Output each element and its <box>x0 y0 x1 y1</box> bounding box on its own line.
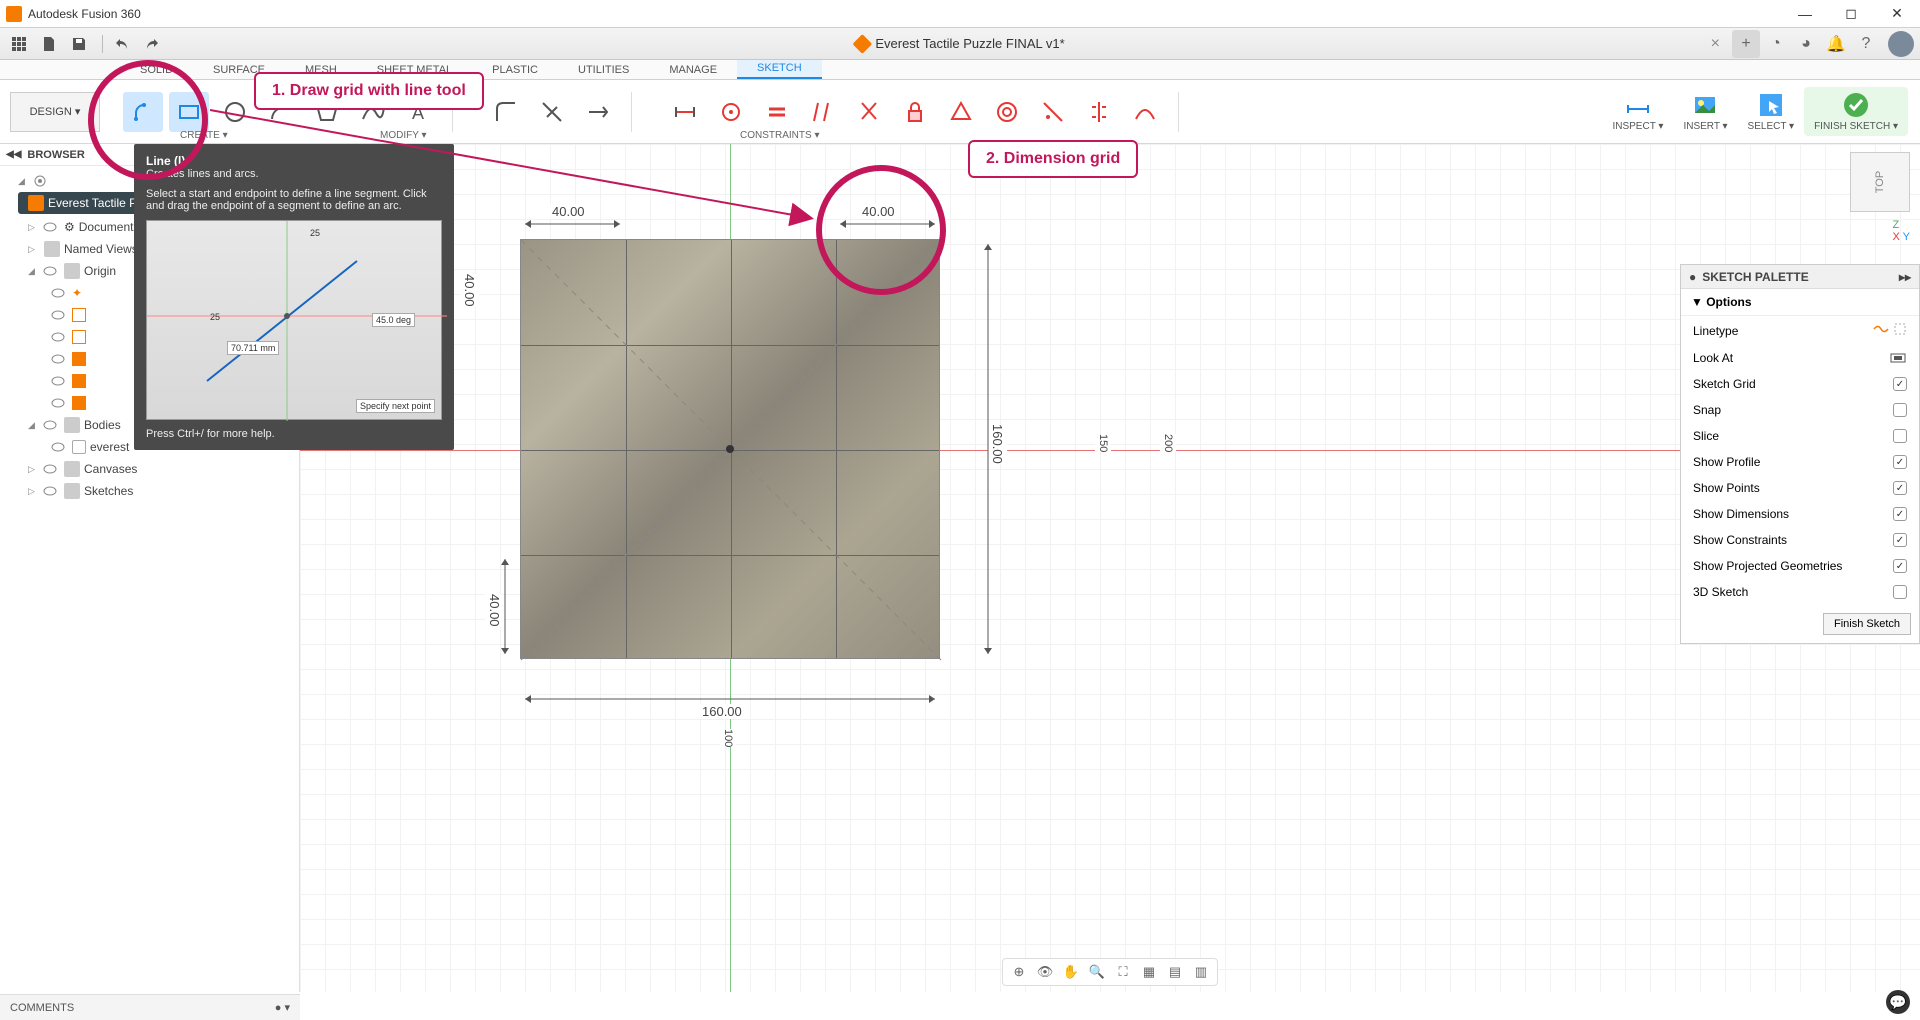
window-titlebar: Autodesk Fusion 360 — ◻ ✕ <box>0 0 1920 28</box>
select-menu[interactable]: SELECT ▾ <box>1738 87 1805 136</box>
line-tooltip: Line (l) Creates lines and arcs. Select … <box>134 144 454 450</box>
tab-solid[interactable]: SOLID <box>120 61 193 79</box>
annotation-1: 1. Draw grid with line tool <box>254 72 484 110</box>
tree-canvases[interactable]: ▷Canvases <box>0 458 299 480</box>
comments-panel[interactable]: COMMENTS● ▾ <box>0 994 300 1020</box>
symmetry-constraint-icon[interactable] <box>1079 92 1119 132</box>
tooltip-title: Line (l) <box>146 154 185 168</box>
app-title: Autodesk Fusion 360 <box>28 7 141 21</box>
curvature-constraint-icon[interactable] <box>1125 92 1165 132</box>
palette-snap[interactable]: Snap <box>1681 397 1919 423</box>
sketch-body <box>520 239 940 659</box>
quick-access-bar: Everest Tactile Puzzle FINAL v1* × + ◔ ◕… <box>0 28 1920 60</box>
palette-3d-sketch[interactable]: 3D Sketch <box>1681 579 1919 605</box>
palette-show-constraints[interactable]: Show Constraints <box>1681 527 1919 553</box>
trim-tool-icon[interactable] <box>532 92 572 132</box>
save-icon[interactable] <box>66 31 92 57</box>
app-icon <box>6 6 22 22</box>
tree-sketches[interactable]: ▷Sketches <box>0 480 299 502</box>
window-close-button[interactable]: ✕ <box>1874 0 1920 28</box>
tangent-constraint-icon[interactable] <box>1033 92 1073 132</box>
palette-show-points[interactable]: Show Points <box>1681 475 1919 501</box>
job-status-icon[interactable]: ◕ <box>1792 30 1820 58</box>
viewport-icon[interactable]: ▥ <box>1191 962 1211 982</box>
window-maximize-button[interactable]: ◻ <box>1828 0 1874 28</box>
grid-display-icon[interactable]: ▤ <box>1165 962 1185 982</box>
finish-sketch-button[interactable]: FINISH SKETCH ▾ <box>1804 87 1908 136</box>
tab-plastic[interactable]: PLASTIC <box>472 61 558 79</box>
display-icon[interactable]: ▦ <box>1139 962 1159 982</box>
lookat-icon[interactable]: 👁 <box>1035 962 1055 982</box>
palette-header[interactable]: ●SKETCH PALETTE▸▸ <box>1681 265 1919 289</box>
palette-lookat[interactable]: Look At <box>1681 345 1919 371</box>
canvas[interactable]: 40.00 40.00 40.00 40.00 160.00 160.00 15… <box>300 144 1920 992</box>
document-tab[interactable]: Everest Tactile Puzzle FINAL v1* <box>855 36 1064 51</box>
axis-label-100: 100 <box>720 729 736 747</box>
tooltip-desc: Creates lines and arcs. <box>146 168 259 180</box>
palette-slice[interactable]: Slice <box>1681 423 1919 449</box>
tooltip-preview: 70.711 mm 45.0 deg Specify next point 25… <box>146 220 442 420</box>
palette-show-projected[interactable]: Show Projected Geometries <box>1681 553 1919 579</box>
help-icon[interactable]: ? <box>1852 30 1880 58</box>
perpendicular-constraint-icon[interactable] <box>849 92 889 132</box>
fit-icon[interactable]: ⛶ <box>1113 962 1133 982</box>
line-tool-icon[interactable] <box>123 92 163 132</box>
sketch-palette: ●SKETCH PALETTE▸▸ ▼ Options Linetype Loo… <box>1680 264 1920 644</box>
notifications-icon[interactable]: 🔔 <box>1822 30 1850 58</box>
navigation-bar: ⊕ 👁 ✋ 🔍 ⛶ ▦ ▤ ▥ <box>1002 958 1218 986</box>
create-group-label[interactable]: CREATE ▾ <box>180 130 228 141</box>
workspace-switcher[interactable]: DESIGN ▾ <box>10 92 100 132</box>
file-menu-icon[interactable] <box>36 31 62 57</box>
user-avatar[interactable] <box>1888 31 1914 57</box>
circle-tool-icon[interactable] <box>215 92 255 132</box>
extend-tool-icon[interactable] <box>578 92 618 132</box>
insert-menu[interactable]: INSERT ▾ <box>1673 87 1737 136</box>
apps-grid-icon[interactable] <box>6 31 32 57</box>
inspect-menu[interactable]: INSPECT ▾ <box>1602 87 1673 136</box>
document-icon <box>852 34 872 54</box>
equal-constraint-icon[interactable] <box>757 92 797 132</box>
zoom-icon[interactable]: 🔍 <box>1087 962 1107 982</box>
tab-sketch[interactable]: SKETCH <box>737 59 822 79</box>
horizontal-constraint-icon[interactable] <box>665 92 705 132</box>
constraints-group-label[interactable]: CONSTRAINTS ▾ <box>740 130 819 141</box>
annotation-2: 2. Dimension grid <box>968 140 1138 178</box>
extensions-icon[interactable]: ◔ <box>1762 30 1790 58</box>
tab-close-icon[interactable]: × <box>1711 35 1720 53</box>
palette-finish-button[interactable]: Finish Sketch <box>1823 613 1911 635</box>
midpoint-constraint-icon[interactable] <box>941 92 981 132</box>
new-tab-button[interactable]: + <box>1732 30 1760 58</box>
modify-group-label[interactable]: MODIFY ▾ <box>380 130 427 141</box>
tooltip-body: Select a start and endpoint to define a … <box>146 188 442 212</box>
pan-icon[interactable]: ✋ <box>1061 962 1081 982</box>
palette-options-section[interactable]: ▼ Options <box>1681 289 1919 316</box>
tab-utilities[interactable]: UTILITIES <box>558 61 649 79</box>
parallel-constraint-icon[interactable] <box>803 92 843 132</box>
palette-linetype[interactable]: Linetype <box>1681 316 1919 345</box>
viewcube[interactable]: TOP <box>1850 152 1910 212</box>
tab-manage[interactable]: MANAGE <box>649 61 737 79</box>
palette-show-profile[interactable]: Show Profile <box>1681 449 1919 475</box>
fix-constraint-icon[interactable] <box>895 92 935 132</box>
palette-sketch-grid[interactable]: Sketch Grid <box>1681 371 1919 397</box>
palette-show-dimensions[interactable]: Show Dimensions <box>1681 501 1919 527</box>
concentric-constraint-icon[interactable] <box>987 92 1027 132</box>
sketch-center-point <box>726 445 734 453</box>
coincident-constraint-icon[interactable] <box>711 92 751 132</box>
axis-label-200: 200 <box>1160 434 1176 452</box>
rectangle-tool-icon[interactable] <box>169 92 209 132</box>
fillet-tool-icon[interactable] <box>486 92 526 132</box>
dimension-left-1[interactable]: 40.00 <box>460 274 479 307</box>
help-bubble[interactable]: 💬 <box>1886 990 1910 1014</box>
axis-label-150: 150 <box>1095 434 1111 452</box>
orbit-icon[interactable]: ⊕ <box>1009 962 1029 982</box>
redo-icon[interactable] <box>139 31 165 57</box>
tooltip-footer: Press Ctrl+/ for more help. <box>146 428 442 440</box>
undo-icon[interactable] <box>109 31 135 57</box>
document-title: Everest Tactile Puzzle FINAL v1* <box>875 36 1064 51</box>
axis-indicator: Z X Y <box>1892 219 1910 243</box>
window-minimize-button[interactable]: — <box>1782 0 1828 28</box>
